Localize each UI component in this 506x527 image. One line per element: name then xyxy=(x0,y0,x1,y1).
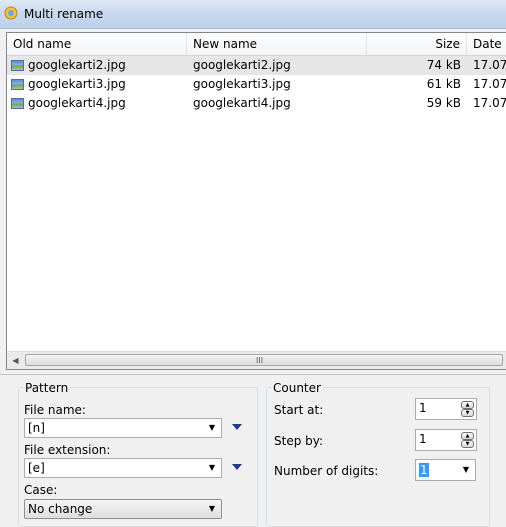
step-by-label: Step by: xyxy=(274,434,324,448)
title-bar: Multi rename xyxy=(0,0,506,29)
new-name-cell: googlekarti3.jpg xyxy=(193,77,291,91)
file-extension-combo[interactable]: [e] ▼ xyxy=(24,458,222,478)
start-at-label: Start at: xyxy=(274,403,324,417)
chevron-down-icon[interactable]: ▼ xyxy=(460,461,472,479)
pattern-group: Pattern File name: [n] ▼ File extension:… xyxy=(18,381,258,527)
list-item[interactable]: googlekarti2.jpg googlekarti2.jpg 74 kB … xyxy=(7,56,506,75)
column-header-date[interactable]: Date xyxy=(467,33,506,55)
image-file-icon xyxy=(11,60,24,71)
step-by-spinner[interactable]: 1 ▲ ▼ xyxy=(415,429,477,451)
scroll-left-icon[interactable]: ◀ xyxy=(7,352,24,369)
chevron-down-icon[interactable]: ▼ xyxy=(206,419,218,437)
counter-legend: Counter xyxy=(271,381,323,395)
old-name-cell: googlekarti4.jpg xyxy=(11,94,187,113)
new-name-cell: googlekarti2.jpg xyxy=(193,58,291,72)
date-cell: 17.07.2 xyxy=(473,77,506,91)
counter-group: Counter Start at: 1 ▲ ▼ Step by: 1 ▲ ▼ N… xyxy=(266,381,490,527)
options-panel: Pattern File name: [n] ▼ File extension:… xyxy=(0,374,506,527)
chevron-down-icon[interactable]: ▼ xyxy=(206,459,218,477)
file-list[interactable]: Old name New name Size Date googlekarti2… xyxy=(6,32,506,370)
spin-up-icon[interactable]: ▲ xyxy=(461,401,474,409)
scrollbar-grip: III xyxy=(256,356,264,365)
chevron-down-icon[interactable]: ▼ xyxy=(206,500,218,518)
insert-placeholder-menu-icon[interactable] xyxy=(232,424,242,430)
list-item[interactable]: googlekarti3.jpg googlekarti3.jpg 61 kB … xyxy=(7,75,506,94)
number-of-digits-select[interactable]: 1 ▼ xyxy=(415,459,476,481)
file-name-combo[interactable]: [n] ▼ xyxy=(24,418,222,438)
file-extension-label: File extension: xyxy=(24,443,111,457)
list-item[interactable]: googlekarti4.jpg googlekarti4.jpg 59 kB … xyxy=(7,94,506,113)
spin-down-icon[interactable]: ▼ xyxy=(461,409,474,417)
column-header-size[interactable]: Size xyxy=(367,33,467,55)
column-header-new-name[interactable]: New name xyxy=(187,33,367,55)
digits-value: 1 xyxy=(419,463,429,477)
pattern-legend: Pattern xyxy=(23,381,71,395)
date-cell: 17.07.2 xyxy=(473,96,506,110)
spin-down-icon[interactable]: ▼ xyxy=(461,440,474,448)
old-name-cell: googlekarti3.jpg xyxy=(11,75,187,94)
start-at-spinner[interactable]: 1 ▲ ▼ xyxy=(415,398,477,420)
case-label: Case: xyxy=(24,483,58,497)
horizontal-scrollbar[interactable]: ◀ III xyxy=(7,351,506,369)
insert-extension-placeholder-menu-icon[interactable] xyxy=(232,464,242,470)
image-file-icon xyxy=(11,79,24,90)
column-header-old-name[interactable]: Old name xyxy=(7,33,187,55)
size-cell: 74 kB xyxy=(426,58,461,72)
window-title: Multi rename xyxy=(24,7,104,21)
size-cell: 59 kB xyxy=(426,96,461,110)
scrollbar-thumb[interactable]: III xyxy=(25,354,503,366)
spin-up-icon[interactable]: ▲ xyxy=(461,432,474,440)
list-header: Old name New name Size Date xyxy=(7,33,506,56)
size-cell: 61 kB xyxy=(426,77,461,91)
image-file-icon xyxy=(11,98,24,109)
file-name-label: File name: xyxy=(24,403,86,417)
date-cell: 17.07.2 xyxy=(473,58,506,72)
app-icon xyxy=(4,6,18,20)
number-of-digits-label: Number of digits: xyxy=(274,464,379,478)
new-name-cell: googlekarti4.jpg xyxy=(193,96,291,110)
old-name-cell: googlekarti2.jpg xyxy=(11,56,187,75)
case-select[interactable]: No change ▼ xyxy=(24,499,222,519)
